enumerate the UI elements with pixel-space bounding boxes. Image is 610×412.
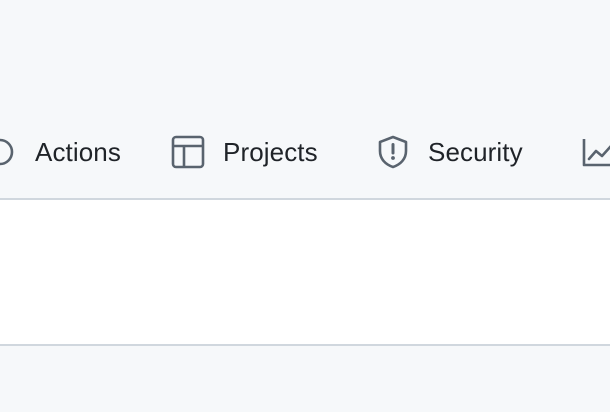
content-area <box>0 200 610 344</box>
shield-alert-icon <box>375 134 411 170</box>
projects-table-icon <box>170 134 206 170</box>
insights-graph-icon <box>580 134 610 170</box>
nav-tab-label: Actions <box>35 137 121 167</box>
nav-tab-projects[interactable]: Projects <box>170 128 318 176</box>
nav-tab-actions[interactable]: Actions <box>0 128 121 176</box>
nav-tab-insights[interactable] <box>580 128 610 176</box>
repository-nav: Actions Projects Security <box>0 0 610 199</box>
lower-background <box>0 346 610 412</box>
nav-tab-security[interactable]: Security <box>375 128 523 176</box>
nav-tab-label: Security <box>428 137 523 167</box>
actions-icon <box>0 134 18 170</box>
nav-tab-label: Projects <box>223 137 318 167</box>
